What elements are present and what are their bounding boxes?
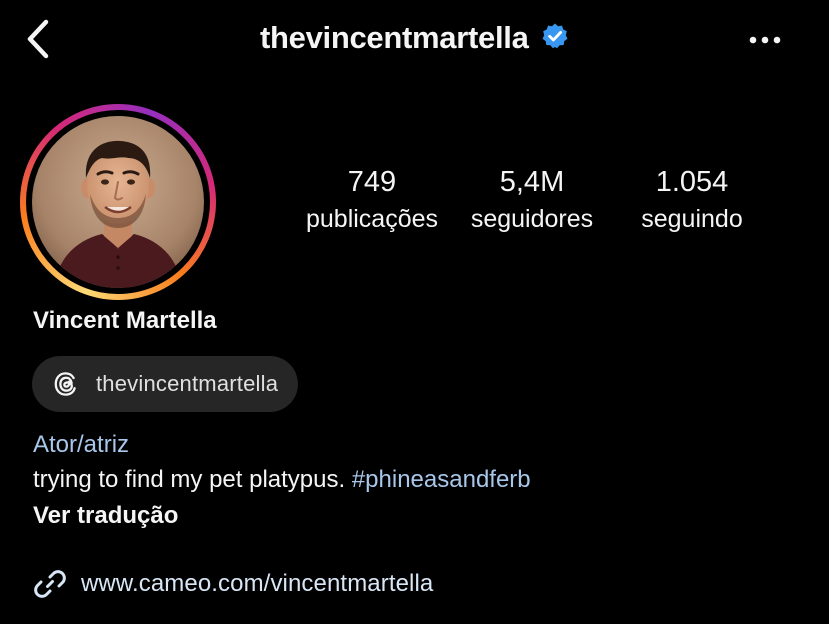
external-link[interactable]: www.cameo.com/vincentmartella (33, 564, 433, 604)
see-translation-button[interactable]: Ver tradução (33, 499, 178, 533)
profile-category: Ator/atriz (33, 431, 130, 458)
verified-badge-icon (542, 23, 568, 49)
bio-text-line: trying to find my pet platypus. #phineas… (33, 463, 531, 497)
bio-hashtag-link[interactable]: #phineasandferb (352, 466, 531, 493)
stat-followers[interactable]: 5,4M seguidores (460, 164, 604, 238)
link-icon (34, 570, 66, 598)
more-horizontal-icon (749, 36, 781, 44)
more-options-button[interactable] (745, 26, 785, 54)
posts-label: publicações (305, 205, 439, 233)
stat-following[interactable]: 1.054 seguindo (624, 164, 760, 238)
threads-profile-chip[interactable]: thevincentmartella (32, 356, 299, 412)
following-label: seguindo (641, 205, 743, 233)
profile-full-name: Vincent Martella (33, 307, 217, 334)
threads-username: thevincentmartella (96, 371, 279, 396)
story-ring (20, 104, 216, 300)
link-url: www.cameo.com/vincentmartella (81, 570, 434, 597)
threads-icon (54, 372, 76, 396)
stat-posts[interactable]: 749 publicações (300, 164, 444, 238)
following-count: 1.054 (655, 166, 729, 198)
profile-photo (32, 116, 204, 288)
posts-count: 749 (347, 166, 397, 198)
username-title: thevincentmartella (260, 20, 529, 55)
followers-count: 5,4M (499, 166, 565, 198)
title-container: thevincentmartella (0, 20, 829, 60)
avatar[interactable] (32, 116, 204, 288)
followers-label: seguidores (470, 205, 594, 233)
top-bar: thevincentmartella (0, 0, 829, 80)
bio-text: trying to find my pet platypus. (33, 466, 352, 493)
